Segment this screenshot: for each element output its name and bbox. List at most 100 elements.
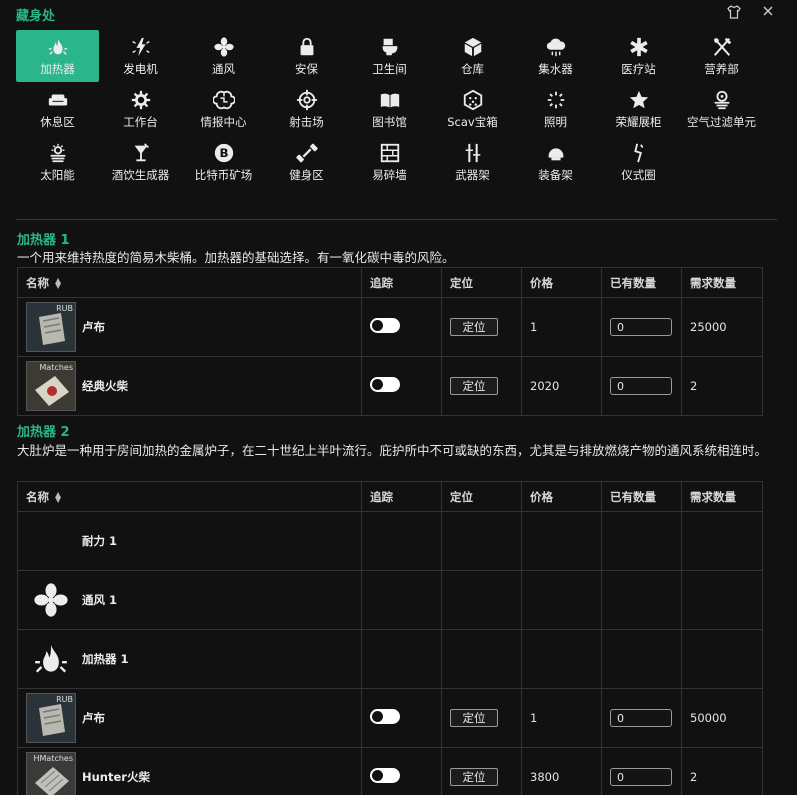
column-price: 价格 [521, 267, 602, 298]
station-medstation[interactable]: 医疗站 [597, 30, 680, 82]
station-booze-generator[interactable]: 酒饮生成器 [99, 136, 182, 188]
weapon-rack-icon [461, 141, 485, 165]
station-label: 装备架 [538, 168, 573, 182]
need-quantity: 50000 [681, 688, 763, 748]
station-label: 图书馆 [372, 115, 407, 129]
station-air-filtering-unit[interactable]: 空气过滤单元 [680, 83, 763, 135]
bitcoin-icon: B [212, 141, 236, 165]
station-rest-space[interactable]: 休息区 [16, 83, 99, 135]
skill-placeholder [26, 516, 76, 566]
sofa-icon [46, 88, 70, 112]
station-label: 射击场 [289, 115, 324, 129]
track-toggle[interactable] [370, 377, 400, 392]
station-nutrition-unit[interactable]: 营养部 [680, 30, 763, 82]
roubles-thumbnail: RUB [26, 693, 76, 743]
title-bar: 藏身处 [0, 0, 797, 28]
have-quantity-input[interactable] [610, 768, 672, 786]
station-scav-case[interactable]: Scav宝箱 [431, 83, 514, 135]
column-name[interactable]: 名称 ▲ ▼ [17, 481, 362, 512]
station-security[interactable]: 安保 [265, 30, 348, 82]
table-row: 耐力 1 [17, 511, 763, 571]
station-stash[interactable]: 仓库 [431, 30, 514, 82]
locate-button[interactable]: 定位 [450, 768, 498, 786]
have-quantity-input[interactable] [610, 377, 672, 395]
station-weapon-rack[interactable]: 武器架 [431, 136, 514, 188]
station-solar-power[interactable]: 太阳能 [16, 136, 99, 188]
need-quantity: 2 [681, 356, 763, 416]
fan-icon [26, 575, 76, 625]
track-toggle[interactable] [370, 768, 400, 783]
medical-icon [627, 35, 651, 59]
station-ventilation[interactable]: 通风 [182, 30, 265, 82]
toilet-icon [378, 35, 402, 59]
column-price: 价格 [521, 481, 602, 512]
price-value: 1 [521, 688, 602, 748]
brain-icon [212, 88, 236, 112]
locate-button[interactable]: 定位 [450, 709, 498, 727]
ritual-icon [627, 141, 651, 165]
gear-icon [129, 88, 153, 112]
star-icon [627, 88, 651, 112]
table-header: 名称 ▲ ▼ 追踪 定位 价格 已有数量 需求数量 [17, 267, 763, 298]
roubles-thumbnail: RUB [26, 302, 76, 352]
fan-icon [212, 35, 236, 59]
close-icon[interactable] [759, 5, 777, 23]
locate-button[interactable]: 定位 [450, 318, 498, 336]
matches-thumbnail: Matches [26, 361, 76, 411]
requirements-table-2: 名称 ▲ ▼ 追踪 定位 价格 已有数量 需求数量 耐力 1 通风 1 加热器 1 … [17, 481, 763, 795]
station-gym[interactable]: 健身区 [265, 136, 348, 188]
station-gear-rack[interactable]: 装备架 [514, 136, 597, 188]
item-name: 卢布 [82, 711, 105, 725]
station-label: 仪式圈 [621, 168, 656, 182]
have-quantity-input[interactable] [610, 709, 672, 727]
station-cultist-circle[interactable]: 仪式圈 [597, 136, 680, 188]
price-value: 3800 [521, 747, 602, 795]
column-have: 已有数量 [601, 267, 682, 298]
station-bitcoin-farm[interactable]: B 比特币矿场 [182, 136, 265, 188]
shirt-icon[interactable] [725, 5, 743, 23]
locate-button[interactable]: 定位 [450, 377, 498, 395]
station-intelligence-center[interactable]: 情报中心 [182, 83, 265, 135]
have-quantity-input[interactable] [610, 318, 672, 336]
station-label: 工作台 [123, 115, 158, 129]
track-toggle[interactable] [370, 709, 400, 724]
item-name: Hunter火柴 [82, 770, 150, 784]
requirements-table-1: 名称▲▼ 追踪 定位 价格 已有数量 需求数量 RUB 卢布 定位 1 25000… [17, 267, 763, 416]
station-label: 加热器 [40, 62, 75, 76]
station-label: 比特币矿场 [194, 168, 253, 182]
station-workbench[interactable]: 工作台 [99, 83, 182, 135]
price-value: 2020 [521, 356, 602, 416]
station-library[interactable]: 图书馆 [348, 83, 431, 135]
station-label: 安保 [295, 62, 318, 76]
air-filter-icon [710, 88, 734, 112]
station-defective-wall[interactable]: 易碎墙 [348, 136, 431, 188]
sort-icon[interactable]: ▲ ▼ [55, 277, 61, 290]
divider [16, 219, 777, 220]
station-heater[interactable]: 加热器 [16, 30, 99, 82]
column-need: 需求数量 [681, 481, 763, 512]
dumbbell-icon [295, 141, 319, 165]
station-toilet[interactable]: 卫生间 [348, 30, 431, 82]
wall-icon [378, 141, 402, 165]
station-label: 易碎墙 [372, 168, 407, 182]
station-label: 酒饮生成器 [111, 168, 170, 182]
water-cloud-icon [544, 35, 568, 59]
sort-icon[interactable]: ▲ ▼ [55, 491, 61, 504]
station-generator[interactable]: 发电机 [99, 30, 182, 82]
column-name[interactable]: 名称 ▲ ▼ [17, 267, 362, 298]
item-name: 卢布 [82, 320, 105, 334]
column-locate: 定位 [441, 481, 522, 512]
table-row: RUB 卢布 定位 1 25000 [17, 297, 763, 357]
station-hall-of-fame[interactable]: 荣耀展柜 [597, 83, 680, 135]
station-label: Scav宝箱 [447, 115, 498, 129]
item-name: 经典火柴 [82, 379, 128, 393]
station-illumination[interactable]: 照明 [514, 83, 597, 135]
station-label: 照明 [544, 115, 567, 129]
station-label: 医疗站 [621, 62, 656, 76]
column-locate: 定位 [441, 267, 522, 298]
station-water-collector[interactable]: 集水器 [514, 30, 597, 82]
price-value: 1 [521, 297, 602, 357]
station-shooting-range[interactable]: 射击场 [265, 83, 348, 135]
track-toggle[interactable] [370, 318, 400, 333]
fire-icon [46, 35, 70, 59]
